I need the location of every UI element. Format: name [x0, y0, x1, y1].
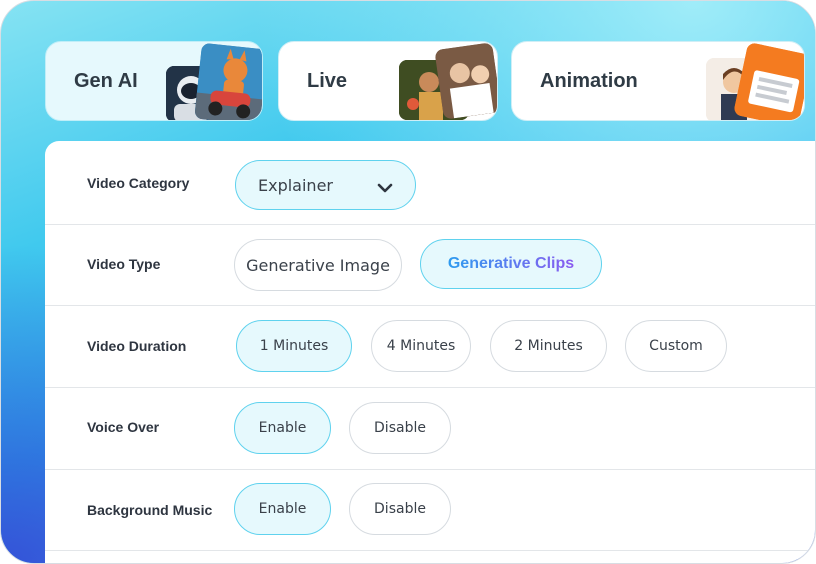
- video-type-row: Video Type Generative Image Generative C…: [45, 225, 815, 306]
- option-custom[interactable]: Custom: [625, 320, 727, 372]
- background-music-row: Background Music Enable Disable: [45, 470, 815, 551]
- option-1-minutes-label: 1 Minutes: [259, 338, 329, 354]
- voice-over-disable[interactable]: Disable: [349, 402, 451, 454]
- background-music-enable[interactable]: Enable: [234, 483, 331, 535]
- voice-over-disable-label: Disable: [374, 420, 426, 436]
- option-4-minutes[interactable]: 4 Minutes: [371, 320, 471, 372]
- fox-scooter-thumbnail: [194, 42, 262, 120]
- voice-over-label: Voice Over: [87, 419, 160, 435]
- slides-document-thumbnail: [733, 42, 804, 120]
- background-music-disable-label: Disable: [374, 501, 426, 517]
- tab-live-label: Live: [307, 70, 348, 92]
- tab-animation[interactable]: Animation: [511, 41, 805, 121]
- voice-over-enable[interactable]: Enable: [234, 402, 331, 454]
- tab-gen-ai-label: Gen AI: [74, 70, 138, 92]
- video-duration-label: Video Duration: [87, 338, 187, 354]
- voice-over-enable-label: Enable: [258, 420, 307, 436]
- people-thumbnail: [434, 42, 497, 120]
- background-music-label: Background Music: [87, 502, 213, 518]
- video-category-row: Video Category Explainer: [45, 141, 815, 225]
- tab-live[interactable]: Live: [278, 41, 498, 121]
- option-1-minutes[interactable]: 1 Minutes: [236, 320, 352, 372]
- option-2-minutes[interactable]: 2 Minutes: [490, 320, 607, 372]
- option-custom-label: Custom: [649, 338, 703, 354]
- video-category-label: Video Category: [87, 175, 190, 191]
- background-music-disable[interactable]: Disable: [349, 483, 451, 535]
- video-category-value: Explainer: [258, 175, 333, 195]
- app-frame: Gen AI Live Animation Video Category Exp…: [0, 0, 816, 564]
- settings-panel: Video Category Explainer Video Type Gene…: [45, 141, 815, 563]
- option-generative-clips[interactable]: Generative Clips: [420, 239, 602, 289]
- option-generative-image[interactable]: Generative Image: [234, 239, 402, 291]
- option-4-minutes-label: 4 Minutes: [386, 338, 456, 354]
- tab-animation-label: Animation: [540, 70, 638, 92]
- video-category-select[interactable]: Explainer: [235, 160, 416, 210]
- video-duration-row: Video Duration 1 Minutes 4 Minutes 2 Min…: [45, 306, 815, 388]
- option-generative-clips-label: Generative Clips: [447, 255, 575, 272]
- option-2-minutes-label: 2 Minutes: [514, 338, 583, 354]
- background-music-enable-label: Enable: [258, 501, 307, 517]
- video-type-label: Video Type: [87, 256, 161, 272]
- chevron-down-icon: [377, 179, 393, 198]
- option-generative-image-label: Generative Image: [246, 255, 390, 275]
- tab-gen-ai[interactable]: Gen AI: [45, 41, 263, 121]
- voice-over-row: Voice Over Enable Disable: [45, 388, 815, 470]
